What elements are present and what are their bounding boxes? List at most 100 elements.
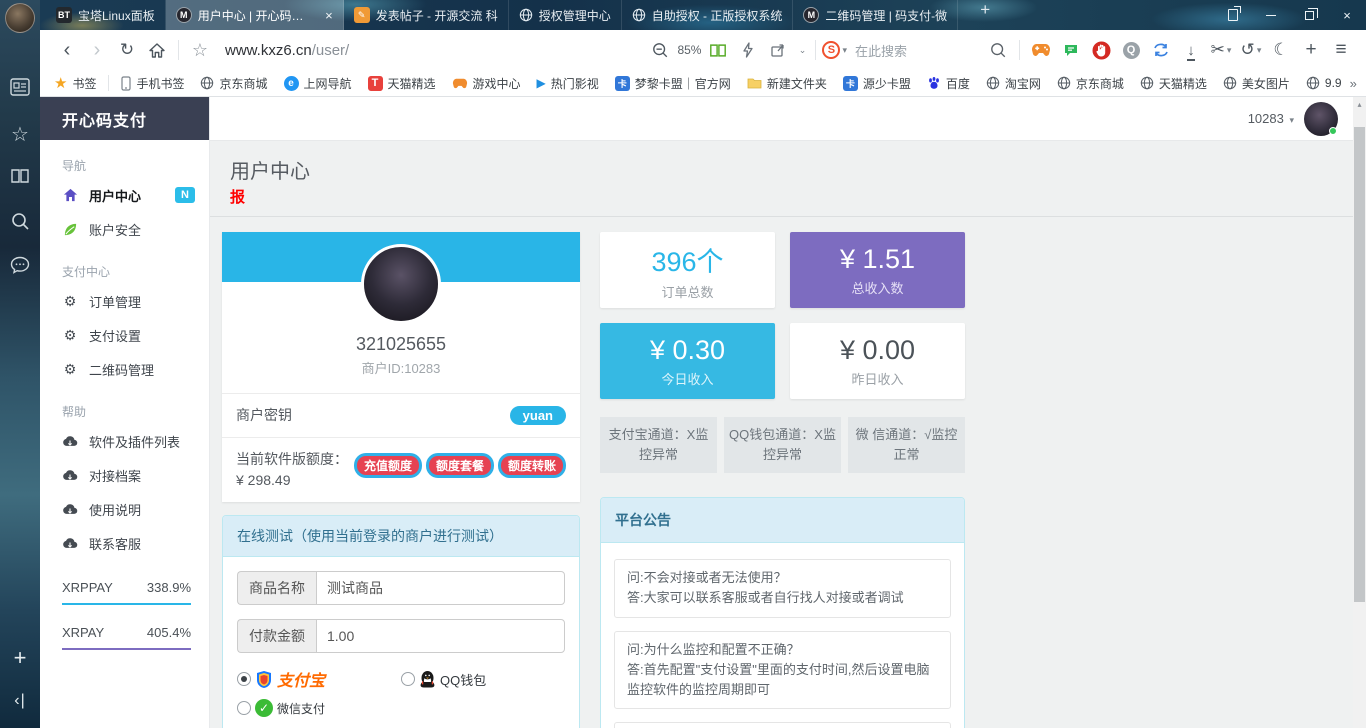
bookmark-jd2[interactable]: 京东商城 (1057, 75, 1124, 92)
sidebar-item-account-security[interactable]: 账户安全 (40, 212, 209, 246)
sync-icon[interactable] (1146, 35, 1176, 65)
bookmark-99[interactable]: 9.9 (1306, 76, 1342, 90)
bookmark-tmall2[interactable]: 天猫精选 (1140, 75, 1207, 92)
globe-icon (1306, 76, 1320, 90)
menu-icon[interactable]: ≡ (1326, 35, 1356, 65)
alipay-radio[interactable] (237, 672, 251, 686)
bookmark-mobile[interactable]: 手机书签 (121, 75, 184, 92)
bookmarks-overflow-icon[interactable]: » (1350, 76, 1357, 91)
toolbar-add-icon[interactable]: + (1296, 35, 1326, 65)
baidu-paw-icon (927, 76, 941, 90)
recharge-quota-button[interactable]: 充值额度 (354, 453, 422, 478)
globe-icon (1057, 76, 1071, 90)
online-test-panel: 在线测试（使用当前登录的商户进行测试） 商品名称 付款金额 (222, 515, 580, 728)
engine-caret-icon[interactable]: ▾ (842, 45, 847, 56)
stat-value: 396个 (651, 240, 723, 279)
tab-self-auth[interactable]: 自助授权 - 正版授权系统 (622, 0, 794, 30)
quota-package-button[interactable]: 额度套餐 (426, 453, 494, 478)
sidebar-item-qrcode-manage[interactable]: ⚙ 二维码管理 (40, 352, 209, 386)
method-wechat[interactable]: ✓ 微信支付 (237, 699, 565, 717)
bookmarks-root[interactable]: ★书签 (54, 74, 96, 92)
back-icon[interactable]: ‹ (52, 35, 82, 65)
browser-profile-avatar[interactable] (5, 3, 35, 33)
favorites-star-icon[interactable]: ☆ (0, 122, 40, 147)
tab-close-icon[interactable]: × (325, 8, 333, 23)
restore-button[interactable] (1290, 0, 1328, 30)
sidebar-item-order-manage[interactable]: ⚙ 订单管理 (40, 284, 209, 318)
merchant-id-dropdown[interactable]: 10283 ▾ (1248, 111, 1294, 126)
reader-mode-icon[interactable] (703, 35, 733, 65)
sidebar-item-software-plugins[interactable]: 软件及插件列表 (40, 424, 209, 458)
sidebar-item-user-center[interactable]: 用户中心 N (40, 178, 209, 212)
zoom-level[interactable]: 85% (677, 43, 701, 57)
window-gadget-icon[interactable] (1214, 0, 1252, 30)
method-alipay[interactable]: 支付宝 (237, 667, 401, 691)
tab-forum-post[interactable]: ✎ 发表帖子 - 开源交流 科 (344, 0, 509, 30)
sidebar-item-contact-support[interactable]: 联系客服 (40, 526, 209, 560)
method-qq-wallet[interactable]: QQ钱包 (401, 667, 486, 691)
globe-icon (1140, 76, 1154, 90)
tab-auth-manage[interactable]: 授权管理中心 (509, 0, 622, 30)
bookmark-folder[interactable]: 新建文件夹 (747, 75, 827, 92)
chat-bubble-icon[interactable] (0, 256, 40, 274)
share-caret-icon[interactable]: ⌄ (795, 35, 809, 65)
forward-icon[interactable]: › (82, 35, 112, 65)
zoom-out-icon[interactable] (645, 35, 675, 65)
reading-book-icon[interactable] (0, 168, 40, 184)
minimize-button[interactable] (1252, 0, 1290, 30)
bookmark-taobao[interactable]: 淘宝网 (986, 75, 1041, 92)
bookmark-games[interactable]: 游戏中心 (452, 75, 521, 92)
search-box[interactable]: 在此搜索 (855, 41, 975, 60)
scrollbar-thumb[interactable] (1354, 127, 1365, 602)
new-tab-button[interactable]: + (980, 0, 990, 30)
bookmark-mengli[interactable]: 卡梦黎卡盟｜官方网 (615, 75, 731, 92)
bookmark-tmall[interactable]: T天猫精选 (368, 75, 436, 92)
bookmark-jd[interactable]: 京东商城 (200, 75, 267, 92)
amount-input[interactable] (316, 619, 565, 653)
tab-user-center-active[interactable]: M 用户中心 | 开心码支付- × (166, 0, 344, 30)
game-center-icon[interactable] (1026, 35, 1056, 65)
flash-icon[interactable] (733, 35, 763, 65)
user-avatar[interactable] (1304, 102, 1338, 136)
close-button[interactable]: × (1328, 0, 1366, 30)
stat-label: 总收入数 (851, 278, 903, 297)
sidebar-item-docking-files[interactable]: 对接档案 (40, 458, 209, 492)
wechat-radio[interactable] (237, 701, 251, 715)
news-card-icon[interactable] (0, 78, 40, 96)
qutoutiao-icon[interactable]: Q (1116, 35, 1146, 65)
qq-radio[interactable] (401, 672, 415, 686)
stat-value: ¥ 0.30 (650, 335, 725, 366)
sidebar-item-pay-settings[interactable]: ⚙ 支付设置 (40, 318, 209, 352)
url-bar[interactable]: www.kxz6.cn/user/ (225, 42, 349, 59)
share-icon[interactable] (763, 35, 793, 65)
feedback-icon[interactable] (1056, 35, 1086, 65)
product-name-input[interactable] (316, 571, 565, 605)
strip-add-icon[interactable]: + (0, 645, 40, 671)
bookmark-video[interactable]: ▶热门影视 (537, 75, 599, 92)
merchant-key-badge[interactable]: yuan (510, 406, 566, 425)
night-mode-icon[interactable]: ☾ (1266, 35, 1296, 65)
scroll-up-arrow[interactable]: ▴ (1353, 97, 1366, 111)
undo-close-icon[interactable]: ↺▾ (1236, 35, 1266, 65)
search-engine-icon[interactable]: S (822, 41, 840, 59)
ka-icon: 卡 (843, 76, 858, 91)
bookmark-nav[interactable]: e上网导航 (284, 75, 352, 92)
tab-qrcode-manage[interactable]: M 二维码管理 | 码支付-微 (793, 0, 958, 30)
tab-baota[interactable]: BT 宝塔Linux面板 (46, 0, 166, 30)
search-go-icon[interactable] (983, 35, 1013, 65)
bookmark-pics[interactable]: 美女图片 (1223, 75, 1290, 92)
adblock-icon[interactable] (1086, 35, 1116, 65)
download-icon[interactable]: ↓ (1176, 35, 1206, 65)
screenshot-scissors-icon[interactable]: ✂▾ (1206, 35, 1236, 65)
sidebar-item-instructions[interactable]: 使用说明 (40, 492, 209, 526)
bookmark-baidu[interactable]: 百度 (927, 75, 970, 92)
app-brand: 开心码支付 (40, 97, 209, 140)
page-scrollbar[interactable]: ▴ (1353, 97, 1366, 728)
search-icon[interactable] (0, 212, 40, 231)
bookmark-star-icon[interactable]: ☆ (185, 35, 215, 65)
bookmark-yuanshao[interactable]: 卡源少卡盟 (843, 75, 911, 92)
reload-icon[interactable]: ↻ (112, 35, 142, 65)
home-icon[interactable] (142, 35, 172, 65)
quota-transfer-button[interactable]: 额度转账 (498, 453, 566, 478)
strip-collapse-icon[interactable]: ‹| (0, 692, 40, 710)
